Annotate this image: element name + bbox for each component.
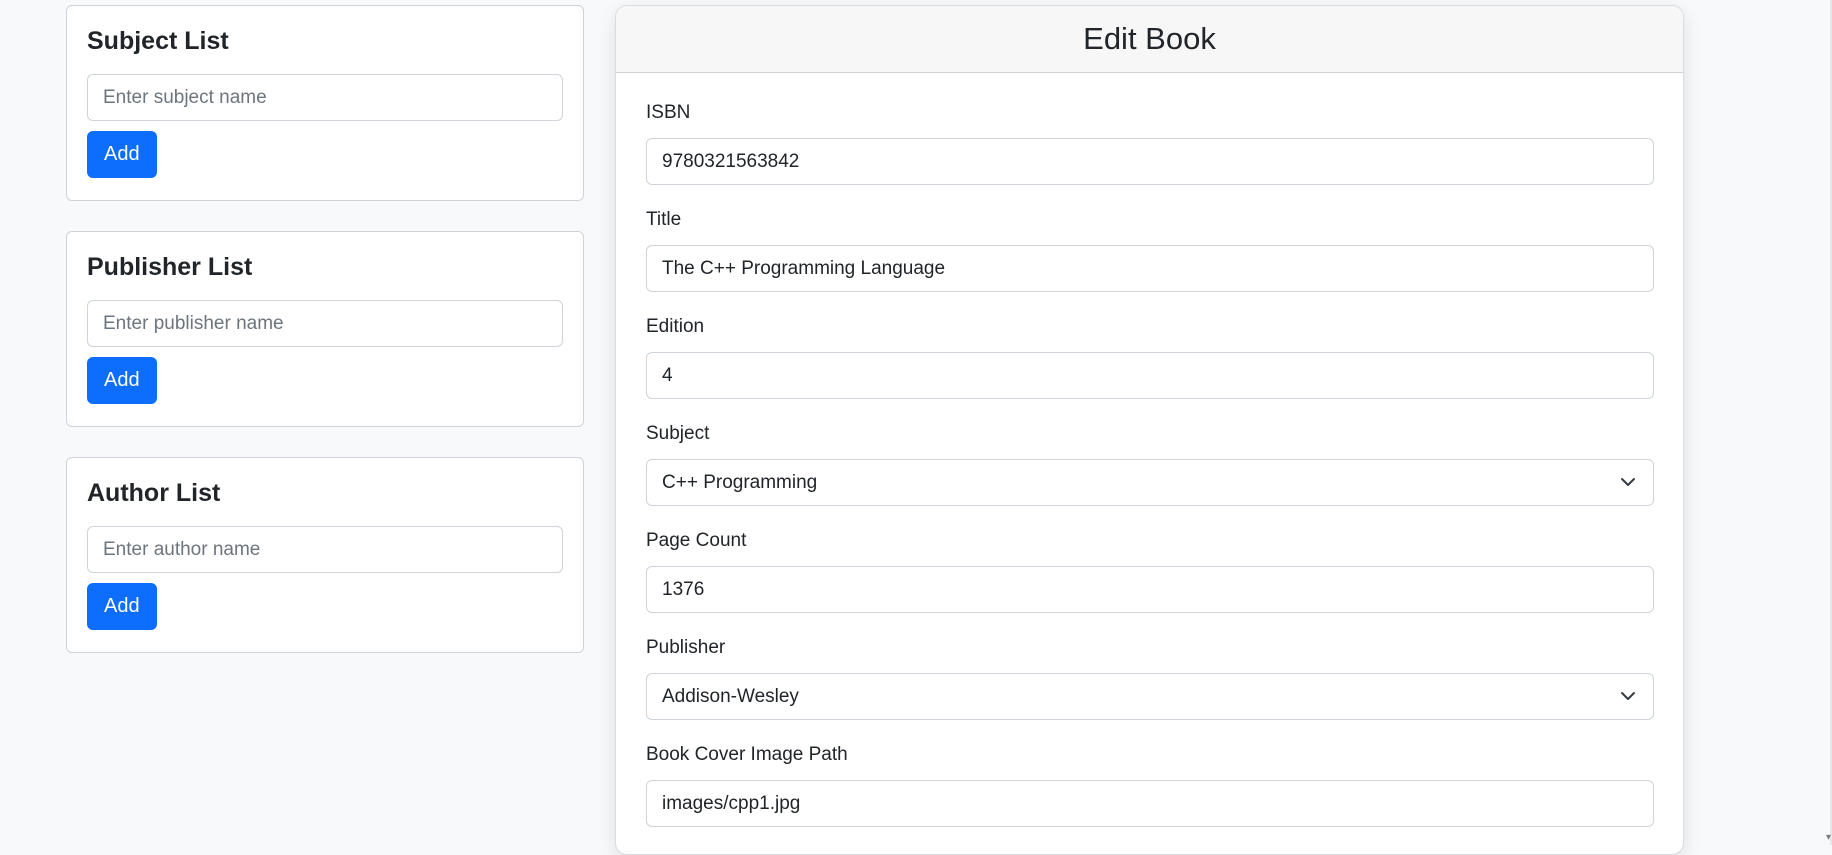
page-count-group: Page Count [646,529,1654,636]
add-author-button[interactable]: Add [87,583,157,630]
cover-path-label: Book Cover Image Path [646,744,848,765]
cover-path-input[interactable] [646,780,1654,827]
author-name-input[interactable] [87,526,563,573]
publisher-select-value[interactable]: Addison-Wesley [646,673,1654,720]
add-publisher-button[interactable]: Add [87,357,157,404]
publisher-select[interactable]: Addison-Wesley [646,673,1654,720]
subject-label: Subject [646,423,710,444]
publisher-list-card: Publisher List Add [66,231,584,427]
subject-name-input[interactable] [87,74,563,121]
add-subject-button[interactable]: Add [87,131,157,178]
author-list-title: Author List [87,479,221,507]
publisher-label: Publisher [646,637,726,658]
publisher-name-input[interactable] [87,300,563,347]
isbn-input[interactable] [646,138,1654,185]
edition-label: Edition [646,316,705,337]
scroll-down-arrow-icon[interactable]: ▾ [1826,832,1831,843]
chevron-down-icon [1621,692,1635,700]
publisher-list-title: Publisher List [87,253,253,281]
isbn-label: ISBN [646,102,691,123]
chevron-down-icon [1621,478,1635,486]
edit-book-form: ISBN Title Edition Subject C++ Programmi… [616,73,1683,850]
page-count-label: Page Count [646,530,747,551]
subject-group: Subject C++ Programming [646,422,1654,529]
edition-group: Edition [646,315,1654,422]
title-label: Title [646,209,682,230]
edit-book-title: Edit Book [616,6,1683,73]
title-group: Title [646,208,1654,315]
title-input[interactable] [646,245,1654,292]
subject-list-card: Subject List Add [66,5,584,201]
page-count-input[interactable] [646,566,1654,613]
isbn-group: ISBN [646,101,1654,208]
subject-list-title: Subject List [87,27,229,55]
cover-path-group: Book Cover Image Path [646,743,1654,850]
author-list-card: Author List Add [66,457,584,653]
edit-book-card: Edit Book ISBN Title Edition Subject C++… [615,5,1684,855]
subject-select-value[interactable]: C++ Programming [646,459,1654,506]
edition-input[interactable] [646,352,1654,399]
subject-select[interactable]: C++ Programming [646,459,1654,506]
publisher-group: Publisher Addison-Wesley [646,636,1654,743]
